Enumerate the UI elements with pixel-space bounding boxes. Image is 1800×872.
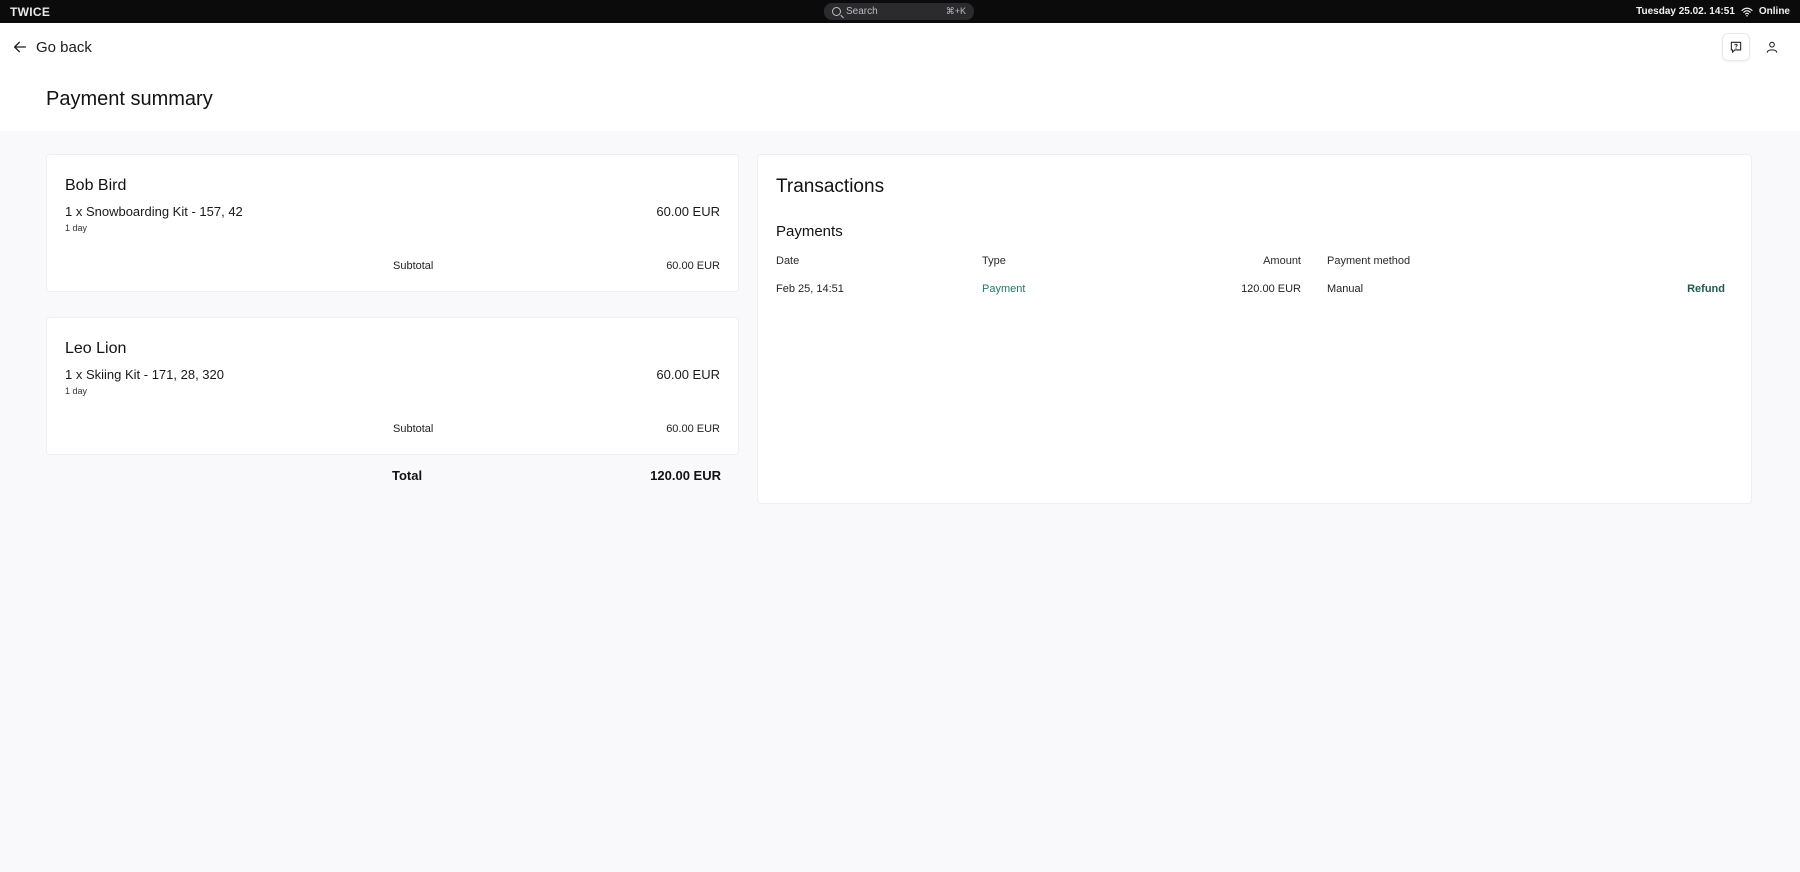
payment-date: Feb 25, 14:51 — [776, 283, 844, 295]
user-profile-button[interactable] — [1758, 33, 1786, 61]
rental-duration: 1 day — [65, 386, 88, 396]
customer-name: Bob Bird — [65, 177, 127, 194]
go-back-button[interactable]: Go back — [12, 35, 92, 59]
transactions-card: Transactions Payments Date Type Amount P… — [757, 154, 1752, 504]
order-card: Bob Bird 1 x Snowboarding Kit - 157, 42 … — [46, 154, 739, 292]
app-logo: TWICE — [10, 4, 51, 19]
order-total: Total 120.00 EUR — [46, 468, 739, 488]
page-header: Go back Payment summary — [0, 23, 1800, 131]
column-header-date: Date — [776, 255, 800, 267]
order-item-price: 60.00 EUR — [656, 204, 720, 219]
column-header-amount: Amount — [1263, 255, 1301, 267]
refund-button[interactable]: Refund — [1687, 283, 1725, 295]
customer-name: Leo Lion — [65, 340, 127, 357]
subtotal-label: Subtotal — [393, 423, 434, 435]
payment-amount: 120.00 EUR — [1241, 283, 1301, 295]
column-header-type: Type — [982, 255, 1006, 267]
payment-method: Manual — [1327, 283, 1364, 295]
system-bar: TWICE Search ⌘+K Tuesday 25.02. 14:51 On… — [0, 0, 1800, 23]
user-icon — [1766, 41, 1778, 53]
chat-question-icon — [1730, 41, 1742, 53]
connection-status: Online — [1758, 6, 1790, 17]
subtotal-value: 60.00 EUR — [666, 260, 720, 272]
system-status: Tuesday 25.02. 14:51 Online — [1636, 6, 1790, 17]
help-button[interactable] — [1722, 33, 1750, 61]
order-item-price: 60.00 EUR — [656, 367, 720, 382]
arrow-left-icon — [14, 41, 26, 53]
column-header-method: Payment method — [1327, 255, 1411, 267]
transactions-title: Transactions — [776, 176, 885, 197]
subtotal-label: Subtotal — [393, 260, 434, 272]
order-item: 1 x Snowboarding Kit - 157, 42 — [65, 204, 243, 219]
search-shortcut: ⌘+K — [945, 6, 966, 16]
order-item: 1 x Skiing Kit - 171, 28, 320 — [65, 367, 224, 382]
wifi-icon — [1741, 7, 1753, 17]
total-value: 120.00 EUR — [650, 468, 721, 483]
rental-duration: 1 day — [65, 223, 88, 233]
search-icon — [832, 7, 841, 16]
payment-type: Payment — [982, 283, 1026, 295]
go-back-label: Go back — [36, 38, 92, 56]
subtotal-value: 60.00 EUR — [666, 423, 720, 435]
global-search[interactable]: Search ⌘+K — [824, 3, 974, 20]
search-placeholder: Search — [846, 6, 878, 17]
page-title: Payment summary — [46, 88, 213, 110]
header-actions — [1722, 33, 1786, 61]
total-label: Total — [392, 468, 423, 483]
order-card: Leo Lion 1 x Skiing Kit - 171, 28, 320 6… — [46, 317, 739, 455]
datetime: Tuesday 25.02. 14:51 — [1636, 6, 1735, 17]
payments-heading: Payments — [776, 223, 843, 240]
